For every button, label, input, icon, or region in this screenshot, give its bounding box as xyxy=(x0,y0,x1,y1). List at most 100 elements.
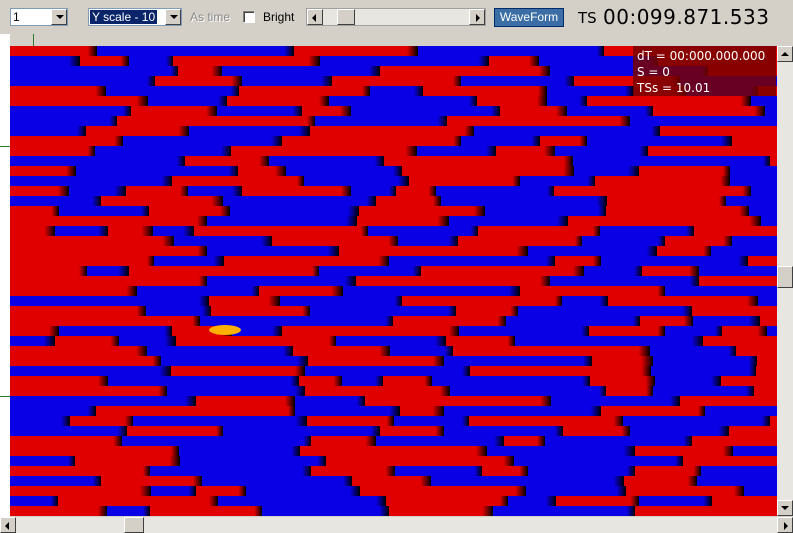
raster-segment xyxy=(10,96,148,106)
raster-segment xyxy=(732,136,777,146)
raster-segment xyxy=(630,116,777,126)
horizontal-scrollbar[interactable] xyxy=(0,517,793,533)
raster-segment xyxy=(311,466,395,476)
raster-segment xyxy=(545,436,692,446)
scroll-left-icon[interactable] xyxy=(307,9,323,25)
raster-segment xyxy=(10,276,207,286)
raster-segment xyxy=(70,416,133,426)
raster-segment xyxy=(453,346,650,356)
raster-segment xyxy=(368,226,478,236)
raster-segment xyxy=(402,166,574,176)
raster-segment xyxy=(10,266,87,276)
raster-segment xyxy=(587,136,732,146)
raster-segment xyxy=(697,476,777,486)
waveform-button[interactable]: WaveForm xyxy=(494,8,564,27)
vertical-scroll-thumb[interactable] xyxy=(777,266,793,288)
raster-segment xyxy=(393,316,506,326)
raster-segment xyxy=(721,376,777,386)
raster-segment xyxy=(623,416,770,426)
raster-segment xyxy=(10,66,178,76)
raster-view[interactable] xyxy=(10,46,777,516)
raster-segment xyxy=(692,306,777,316)
raster-segment xyxy=(394,416,469,426)
ts-label: TS xyxy=(578,9,597,27)
raster-segment xyxy=(389,506,493,516)
yscale-select[interactable]: Y scale - 10 xyxy=(88,8,182,26)
raster-segment xyxy=(749,206,777,216)
raster-segment xyxy=(172,176,304,186)
scroll-right-icon[interactable] xyxy=(777,517,793,533)
raster-segment xyxy=(97,46,294,56)
raster-segment xyxy=(635,446,733,456)
raster-segment xyxy=(269,156,384,166)
raster-segment xyxy=(101,196,223,206)
dt-readout: dT = 00:000.000.000 xyxy=(637,49,766,63)
raster-segment xyxy=(595,176,730,186)
chevron-down-icon[interactable] xyxy=(51,9,67,25)
raster-segment xyxy=(305,366,470,376)
raster-segment xyxy=(10,376,108,386)
raster-segment xyxy=(10,296,209,306)
raster-segment xyxy=(207,216,357,226)
raster-segment xyxy=(765,106,777,116)
raster-segment xyxy=(726,196,777,206)
raster-segment xyxy=(101,476,202,486)
raster-segment xyxy=(96,406,295,416)
raster-segment xyxy=(389,256,555,266)
raster-segment xyxy=(730,176,777,186)
raster-segment xyxy=(194,226,368,236)
horizontal-scroll-thumb[interactable] xyxy=(124,517,144,533)
raster-segment xyxy=(59,326,172,336)
raster-segment xyxy=(305,386,450,396)
raster-segment xyxy=(584,266,642,276)
raster-segment xyxy=(402,296,562,306)
raster-segment xyxy=(626,486,744,496)
raster-segment xyxy=(770,156,777,166)
raster-segment xyxy=(458,236,582,246)
raster-segment xyxy=(767,326,777,336)
raster-segment xyxy=(444,356,592,366)
raster-segment xyxy=(701,466,777,476)
raster-segment xyxy=(10,236,174,246)
brightness-slider[interactable] xyxy=(306,8,486,26)
raster-segment xyxy=(376,196,441,206)
raster-segment xyxy=(167,386,305,396)
raster-segment xyxy=(10,476,101,486)
raster-segment xyxy=(520,176,595,186)
scroll-down-icon[interactable] xyxy=(777,500,793,516)
raster-segment xyxy=(635,506,777,516)
scroll-left-icon[interactable] xyxy=(0,517,16,533)
raster-segment xyxy=(680,396,777,406)
raster-segment xyxy=(751,186,777,196)
brightness-slider-thumb[interactable] xyxy=(337,9,355,25)
raster-segment xyxy=(760,316,777,326)
top-tick xyxy=(33,34,34,46)
raster-segment xyxy=(470,366,651,376)
vertical-scrollbar[interactable] xyxy=(777,46,793,516)
raster-segment xyxy=(150,466,311,476)
raster-segment xyxy=(515,336,703,346)
chevron-down-icon[interactable] xyxy=(165,9,181,25)
raster-segment xyxy=(639,496,712,506)
raster-segment xyxy=(55,336,119,346)
raster-segment xyxy=(280,296,402,306)
raster-segment xyxy=(736,346,777,356)
raster-segment xyxy=(550,276,699,286)
raster-segment xyxy=(286,166,402,176)
bright-checkbox[interactable] xyxy=(243,11,255,23)
raster-segment xyxy=(390,346,453,356)
raster-segment xyxy=(222,66,380,76)
scroll-up-icon[interactable] xyxy=(777,46,793,62)
raster-segment xyxy=(699,266,777,276)
channel-select[interactable]: 1 xyxy=(10,8,68,26)
raster-segment xyxy=(10,246,207,256)
raster-segment xyxy=(601,256,748,266)
raster-segment xyxy=(10,346,147,356)
raster-segment xyxy=(665,236,732,246)
scroll-right-icon[interactable] xyxy=(469,9,485,25)
raster-segment xyxy=(10,156,185,166)
raster-segment xyxy=(282,136,461,146)
raster-segment xyxy=(444,426,563,436)
yscale-select-value: Y scale - 10 xyxy=(90,10,158,24)
raster-segment xyxy=(126,186,188,196)
